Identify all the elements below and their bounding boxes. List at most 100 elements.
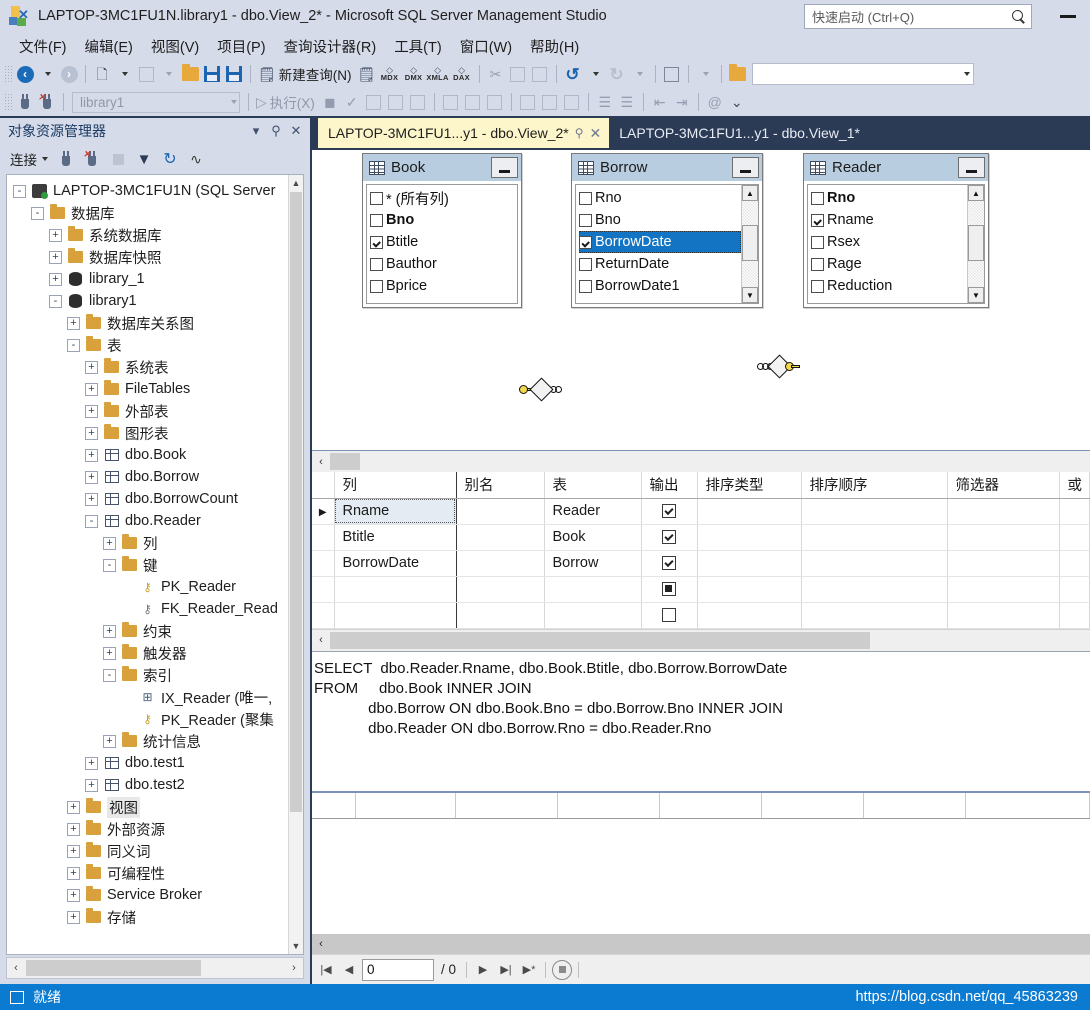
cell-sort-order[interactable] <box>801 550 948 577</box>
diagram-column-list[interactable]: Rno Bno BorrowDate ReturnDate BorrowDate1 ▲ ▼ <box>575 184 759 304</box>
scroll-left-icon[interactable]: ‹ <box>312 938 330 950</box>
output-checkbox[interactable] <box>662 504 676 519</box>
diagram-table-borrow[interactable]: Borrow Rno Bno BorrowDate ReturnDate BorrowDa… <box>571 153 763 308</box>
new-project-dropdown[interactable] <box>113 63 135 85</box>
output-checkbox[interactable] <box>662 556 676 571</box>
cell-alias[interactable] <box>456 498 545 525</box>
cell-alias[interactable] <box>456 576 545 603</box>
grid-header-table[interactable]: 表 <box>544 472 642 499</box>
tree-node[interactable]: ⚷ FK_Reader_Read <box>7 598 303 620</box>
cut-icon[interactable]: ✂ <box>485 63 507 85</box>
redo-icon[interactable]: ↻ <box>606 63 628 85</box>
cell-or[interactable] <box>1059 576 1090 603</box>
tree-node[interactable]: -键 <box>7 554 303 576</box>
cell-alias[interactable] <box>456 602 545 629</box>
column-checkbox[interactable] <box>811 235 824 249</box>
cell-column[interactable]: BorrowDate <box>334 550 457 577</box>
column-checkbox[interactable] <box>579 257 592 271</box>
grid-horizontal-scrollbar[interactable]: ‹ <box>312 628 1090 651</box>
find-in-files-icon[interactable] <box>727 63 749 85</box>
tree-expander-icon[interactable]: + <box>85 492 98 506</box>
menu-edit[interactable]: 编辑(E) <box>76 34 142 59</box>
tree-node[interactable]: + 同义词 <box>7 840 303 862</box>
menu-help[interactable]: 帮助(H) <box>521 34 588 59</box>
open-file-icon[interactable] <box>179 63 201 85</box>
tree-node[interactable]: -表 <box>7 334 303 356</box>
column-row[interactable]: Bno <box>579 209 741 231</box>
cell-sort-type[interactable] <box>697 602 802 629</box>
cell-or[interactable] <box>1059 550 1090 577</box>
tree-expander-icon[interactable]: + <box>85 404 98 418</box>
tree-expander-icon[interactable]: - <box>103 668 116 682</box>
results-to-grid-icon[interactable] <box>407 91 429 113</box>
scroll-left-icon[interactable]: ‹ <box>312 456 330 468</box>
tree-node[interactable]: + 视图 <box>7 796 303 818</box>
cell-column[interactable] <box>334 602 457 629</box>
column-row[interactable]: Rage <box>811 253 967 275</box>
tree-node[interactable]: + 数据库关系图 <box>7 312 303 334</box>
tree-expander-icon[interactable]: - <box>13 184 26 198</box>
grid-header-filter[interactable]: 筛选器 <box>947 472 1060 499</box>
column-checkbox[interactable] <box>579 279 592 293</box>
table-row[interactable]: BorrowDate Borrow <box>312 550 1090 577</box>
cell-sort-order[interactable] <box>801 524 948 551</box>
cell-sort-type[interactable] <box>697 524 802 551</box>
menu-file[interactable]: 文件(F) <box>10 34 76 59</box>
tree-node[interactable]: ⚷ PK_Reader (聚集 <box>7 708 303 730</box>
diagram-table-header[interactable]: Book <box>363 154 521 181</box>
scroll-thumb[interactable] <box>968 225 984 262</box>
last-record-button[interactable]: ▶| <box>496 960 516 980</box>
cell-column[interactable]: Btitle <box>334 524 457 551</box>
results-to-text-icon[interactable] <box>517 91 539 113</box>
paste-icon[interactable] <box>529 63 551 85</box>
menu-view[interactable]: 视图(V) <box>142 34 208 59</box>
new-record-button[interactable]: ▶* <box>519 960 539 980</box>
table-row[interactable]: ▶ Rname Reader <box>312 498 1090 525</box>
relationship-borrow-reader[interactable] <box>757 354 802 379</box>
quick-launch-input[interactable]: 快速启动 (Ctrl+Q) <box>804 4 1032 29</box>
cell-filter[interactable] <box>947 498 1060 525</box>
results-horizontal-scrollbar[interactable]: ‹ <box>312 934 1090 954</box>
minimize-table-button[interactable] <box>958 157 985 178</box>
criteria-grid[interactable]: 列 别名 表 输出 排序类型 排序顺序 筛选器 或 ▶ Rname Reader Bt… <box>312 472 1090 629</box>
new-mdx-query-button[interactable]: ◇ MDX <box>378 63 402 85</box>
cell-sort-type[interactable] <box>697 498 802 525</box>
specify-values-icon[interactable]: @ <box>704 91 726 113</box>
tree-horizontal-scrollbar[interactable]: ‹ › <box>6 957 304 979</box>
edit-query-icon[interactable] <box>661 63 683 85</box>
new-query-button[interactable]: 🗒 新建查询(N) <box>256 63 356 85</box>
cell-column[interactable]: Rname <box>334 498 457 525</box>
tab-view-2[interactable]: LAPTOP-3MC1FU1...y1 - dbo.View_2* ⚲ ✕ <box>318 118 610 148</box>
grid-header-sort-type[interactable]: 排序类型 <box>697 472 802 499</box>
column-list-scrollbar[interactable]: ▲ ▼ <box>741 185 758 303</box>
tree-expander-icon[interactable]: + <box>103 734 116 748</box>
tree-node[interactable]: + 系统数据库 <box>7 224 303 246</box>
cell-output[interactable] <box>641 576 698 603</box>
connect-object-explorer-icon[interactable] <box>54 148 78 170</box>
navigate-back-button[interactable]: ‹ <box>14 63 36 85</box>
scroll-track[interactable] <box>968 201 984 287</box>
cell-output[interactable] <box>641 602 698 629</box>
diagram-table-book[interactable]: Book * (所有列) Bno Btitle Bauthor Bprice <box>362 153 522 308</box>
tree-expander-icon[interactable]: + <box>85 360 98 374</box>
new-project-icon[interactable]: 🗋 <box>91 63 113 85</box>
tree-node[interactable]: - LAPTOP-3MC1FU1N (SQL Server <box>7 180 303 202</box>
column-list-scrollbar[interactable]: ▲ ▼ <box>967 185 984 303</box>
tree-node[interactable]: + 可编程性 <box>7 862 303 884</box>
scroll-thumb[interactable] <box>290 192 302 812</box>
table-row[interactable] <box>312 576 1090 603</box>
column-row[interactable]: Bauthor <box>370 253 517 275</box>
tree-expander-icon[interactable]: + <box>67 316 80 330</box>
tree-node[interactable]: + 数据库快照 <box>7 246 303 268</box>
record-number-input[interactable]: 0 <box>362 958 434 981</box>
tree-node[interactable]: - 数据库 <box>7 202 303 224</box>
tree-node[interactable]: + 列 <box>7 532 303 554</box>
diagram-table-header[interactable]: Borrow <box>572 154 762 181</box>
diagram-column-list[interactable]: Rno Rname Rsex Rage Reduction ▲ ▼ <box>807 184 985 304</box>
scroll-thumb-h[interactable] <box>26 960 201 976</box>
minimize-table-button[interactable] <box>732 157 759 178</box>
new-analysis-query-icon[interactable]: 🗒 <box>356 63 378 85</box>
pin-icon[interactable]: ⚲ <box>266 121 286 141</box>
cell-sort-order[interactable] <box>801 576 948 603</box>
menu-query-designer[interactable]: 查询设计器(R) <box>275 34 386 59</box>
